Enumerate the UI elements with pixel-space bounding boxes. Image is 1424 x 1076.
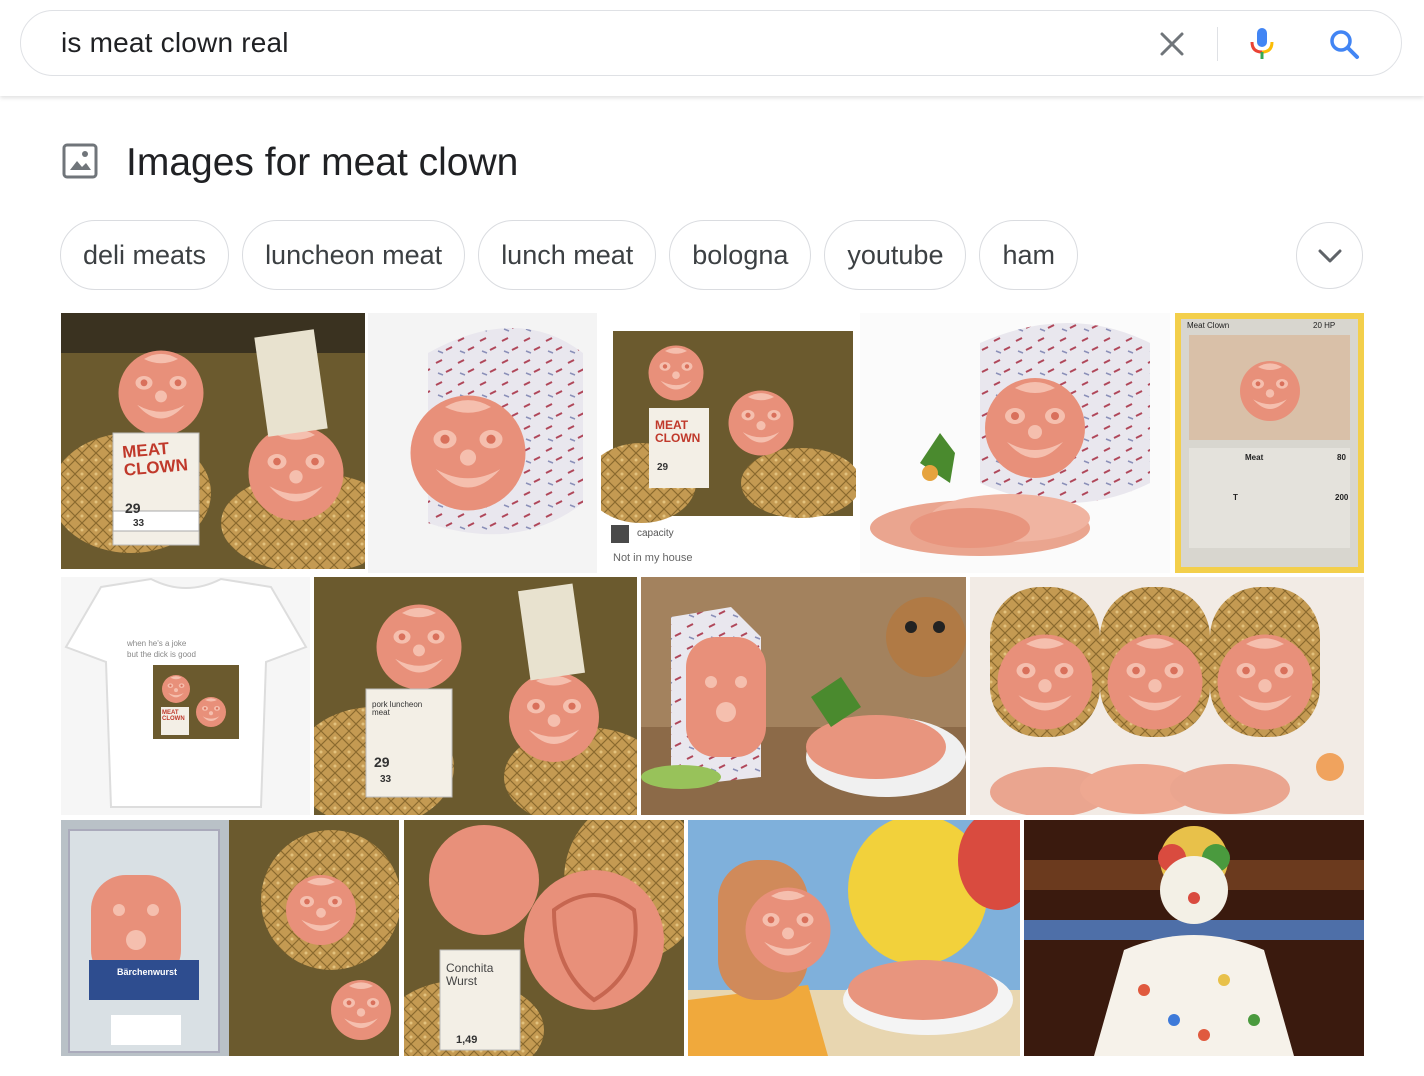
chip-lunch-meat[interactable]: lunch meat bbox=[478, 220, 657, 290]
image-result-1[interactable]: MEAT CLOWN 29 33 bbox=[61, 313, 365, 569]
price-text: 29 bbox=[125, 500, 141, 516]
image-result-11[interactable]: Conchita Wurst 1,49 bbox=[404, 820, 684, 1056]
search-icon[interactable] bbox=[1323, 23, 1365, 65]
search-box[interactable]: is meat clown real bbox=[20, 10, 1402, 76]
chip-ham[interactable]: ham bbox=[979, 220, 1078, 290]
close-icon[interactable] bbox=[1151, 23, 1193, 65]
price-text: 1,49 bbox=[456, 1034, 478, 1046]
image-result-8[interactable] bbox=[641, 577, 966, 815]
image-result-9[interactable] bbox=[970, 577, 1364, 815]
card-title: Meat Clown bbox=[1187, 321, 1230, 330]
sign-text: Conchita Wurst bbox=[446, 961, 494, 988]
price-text: 29 bbox=[374, 754, 390, 770]
image-result-7[interactable]: pork luncheon meat 29 33 bbox=[314, 577, 637, 815]
package-label: Bärchenwurst bbox=[117, 967, 178, 977]
chip-luncheon-meat[interactable]: luncheon meat bbox=[242, 220, 466, 290]
images-section-header: Images for meat clown bbox=[62, 140, 518, 186]
sign-text: MEAT CLOWN bbox=[162, 710, 185, 723]
image-result-5[interactable]: Meat Clown 20 HP Meat 80 T 200 bbox=[1175, 313, 1364, 573]
card-move-1: Meat bbox=[1245, 453, 1264, 462]
chevron-down-icon[interactable] bbox=[1296, 222, 1363, 289]
image-result-2[interactable] bbox=[368, 313, 597, 573]
shirt-text-1: when he's a joke bbox=[127, 639, 187, 648]
image-result-3[interactable]: MEAT CLOWN 29 capacity Not in my house bbox=[601, 313, 856, 573]
sign-text: pork luncheon meat bbox=[372, 700, 423, 718]
chip-deli-meats[interactable]: deli meats bbox=[60, 220, 230, 290]
card-move-1-damage: 80 bbox=[1337, 453, 1346, 462]
price-text: 29 bbox=[657, 462, 669, 473]
card-move-2-damage: 200 bbox=[1335, 493, 1349, 502]
shirt-text-2: but the dick is good bbox=[127, 650, 196, 659]
image-result-10[interactable]: Bärchenwurst bbox=[61, 820, 399, 1056]
post-username: capacity bbox=[637, 528, 674, 539]
image-icon bbox=[62, 143, 98, 184]
search-header: is meat clown real bbox=[0, 0, 1424, 96]
search-input[interactable]: is meat clown real bbox=[61, 27, 289, 59]
divider bbox=[1217, 27, 1218, 61]
card-move-2: T bbox=[1233, 493, 1238, 502]
card-hp: 20 HP bbox=[1313, 321, 1336, 330]
microphone-icon[interactable] bbox=[1241, 23, 1283, 65]
chip-bologna[interactable]: bologna bbox=[669, 220, 812, 290]
image-result-12[interactable] bbox=[688, 820, 1020, 1056]
related-search-chips: deli meats luncheon meat lunch meat bolo… bbox=[60, 220, 1078, 290]
image-result-4[interactable] bbox=[860, 313, 1170, 573]
sign-text: MEAT CLOWN bbox=[655, 418, 701, 445]
price-text-2: 33 bbox=[133, 518, 145, 529]
image-result-6[interactable]: when he's a joke but the dick is good ME… bbox=[61, 577, 310, 815]
price-text-2: 33 bbox=[380, 774, 392, 785]
chip-youtube[interactable]: youtube bbox=[824, 220, 967, 290]
post-caption: Not in my house bbox=[613, 552, 693, 564]
section-title[interactable]: Images for meat clown bbox=[126, 141, 518, 185]
image-result-13[interactable] bbox=[1024, 820, 1364, 1056]
sign-text: MEAT CLOWN bbox=[121, 438, 189, 480]
